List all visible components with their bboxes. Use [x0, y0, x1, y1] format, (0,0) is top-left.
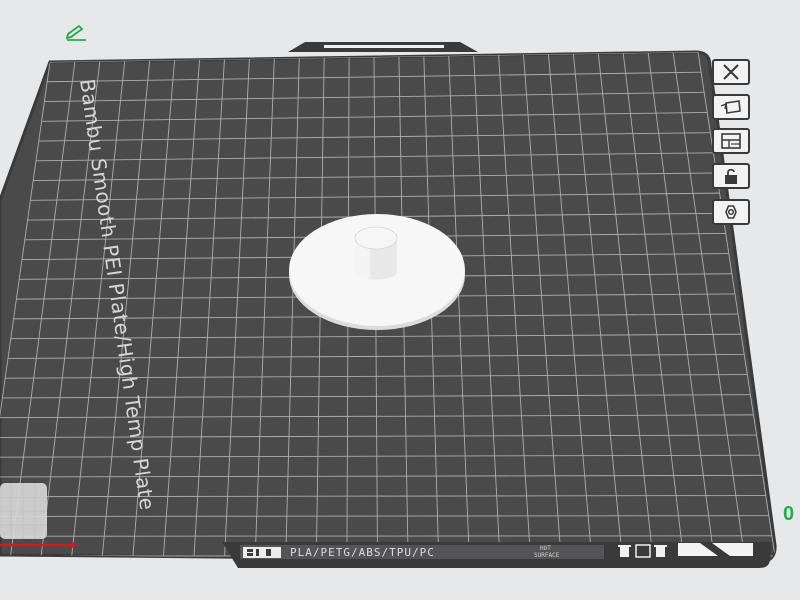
model-cylinder-top: [354, 226, 398, 250]
close-plate-button[interactable]: [712, 59, 750, 85]
edit-plate-icon[interactable]: [64, 22, 90, 42]
plate-tab-highlight: [324, 45, 444, 48]
3d-model[interactable]: [289, 214, 465, 330]
plate-number: 0: [783, 503, 795, 525]
lock-icon: [725, 168, 737, 184]
hot-surface-line1: HOT: [540, 545, 551, 552]
auto-orient-icon: [720, 100, 741, 114]
plate-settings-button[interactable]: [712, 199, 750, 225]
close-icon: [723, 64, 739, 80]
arrange-icon: [721, 133, 741, 149]
material-strip-icons: [243, 547, 281, 558]
build-plate-viewport[interactable]: PLA/PETG/ABS/TPU/PC HOT SURFACE Bambu Sm…: [0, 0, 800, 600]
settings-icon: [725, 205, 737, 219]
material-list-text: PLA/PETG/ABS/TPU/PC: [290, 546, 435, 559]
auto-orient-button[interactable]: [712, 94, 750, 120]
lock-plate-button[interactable]: [712, 163, 750, 189]
arrange-button[interactable]: [712, 128, 750, 154]
hot-surface-line2: SURFACE: [534, 552, 560, 559]
